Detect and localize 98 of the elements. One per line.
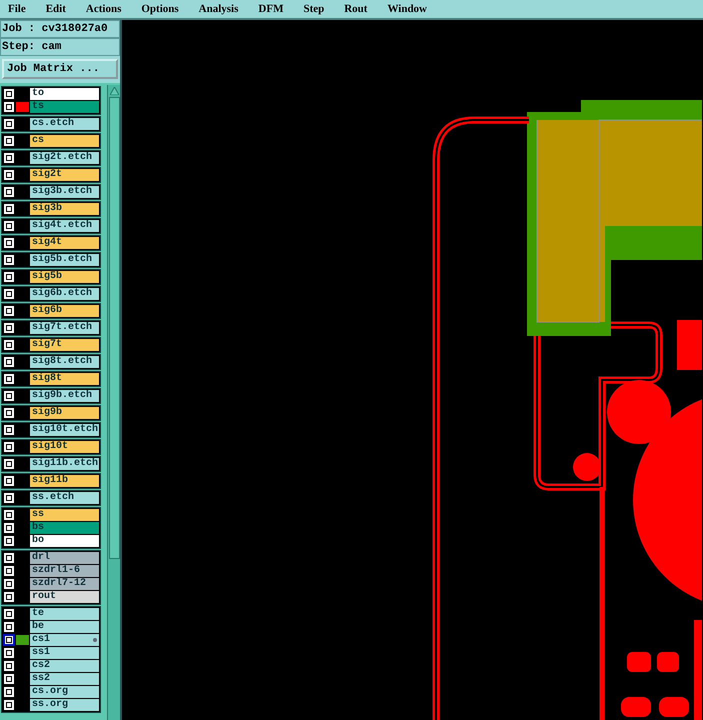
- menu-item[interactable]: File: [8, 4, 26, 14]
- layer-name[interactable]: sig5b.etch: [30, 254, 99, 266]
- layer-name[interactable]: ss1: [30, 647, 99, 659]
- scrollbar[interactable]: [107, 85, 120, 720]
- checkbox[interactable]: [3, 552, 15, 564]
- layer-name[interactable]: rout: [30, 591, 99, 603]
- job-name: Job : cv318027a0: [0, 20, 120, 38]
- layer-name[interactable]: ss: [30, 509, 99, 521]
- checkbox[interactable]: [3, 492, 15, 504]
- layer-name[interactable]: sig5b: [30, 271, 99, 283]
- layer-name[interactable]: sig10t.etch: [30, 424, 99, 436]
- layer-color-swatch[interactable]: [16, 635, 29, 645]
- checkbox[interactable]: [3, 373, 15, 385]
- layer-name[interactable]: sig4t.etch: [30, 220, 99, 232]
- checkbox[interactable]: [3, 407, 15, 419]
- checkbox[interactable]: [3, 169, 15, 181]
- step-name: Step: cam: [0, 38, 120, 56]
- checkbox[interactable]: [3, 390, 15, 402]
- layer-name[interactable]: sig6b: [30, 305, 99, 317]
- checkbox[interactable]: [3, 322, 15, 334]
- checkbox[interactable]: [3, 673, 15, 685]
- checkbox[interactable]: [3, 458, 15, 470]
- layer-color-swatch[interactable]: [16, 102, 29, 112]
- menu-item[interactable]: DFM: [258, 4, 284, 14]
- layer-name[interactable]: te: [30, 608, 99, 620]
- layer-name[interactable]: sig4t: [30, 237, 99, 249]
- checkbox[interactable]: [3, 621, 15, 633]
- checkbox[interactable]: [3, 186, 15, 198]
- layer-name[interactable]: sig7t.etch: [30, 322, 99, 334]
- checkbox[interactable]: [3, 152, 15, 164]
- checkbox[interactable]: [3, 647, 15, 659]
- checkbox[interactable]: [3, 101, 15, 113]
- layer-name[interactable]: sig9b: [30, 407, 99, 419]
- layer-name[interactable]: sig8t.etch: [30, 356, 99, 368]
- layer-name[interactable]: ss2: [30, 673, 99, 685]
- layer-name[interactable]: cs: [30, 135, 99, 147]
- layer-name[interactable]: cs1: [30, 634, 99, 646]
- layer-name[interactable]: sig2t: [30, 169, 99, 181]
- checkbox[interactable]: [3, 356, 15, 368]
- checkbox[interactable]: [3, 288, 15, 300]
- menu-item[interactable]: Rout: [344, 4, 368, 14]
- layer-name[interactable]: sig11b: [30, 475, 99, 487]
- layer-name[interactable]: sig6b.etch: [30, 288, 99, 300]
- layer-name[interactable]: drl: [30, 552, 99, 564]
- layer-name[interactable]: szdrl1-6: [30, 565, 99, 577]
- menu-item[interactable]: Actions: [86, 4, 122, 14]
- checkbox[interactable]: [3, 339, 15, 351]
- checkbox[interactable]: [3, 203, 15, 215]
- checkbox[interactable]: [3, 237, 15, 249]
- checkbox[interactable]: [3, 305, 15, 317]
- layer-name[interactable]: sig3b: [30, 203, 99, 215]
- checkbox[interactable]: [3, 509, 15, 521]
- scrollbar-thumb[interactable]: [108, 97, 120, 559]
- layer-name[interactable]: cs.org: [30, 686, 99, 698]
- checkbox[interactable]: [3, 220, 15, 232]
- layer-name[interactable]: ts: [30, 101, 99, 113]
- checkbox[interactable]: [3, 135, 15, 147]
- checkbox[interactable]: [3, 88, 15, 100]
- checkbox[interactable]: [3, 686, 15, 698]
- checkbox[interactable]: [3, 254, 15, 266]
- checkbox[interactable]: [3, 475, 15, 487]
- menu-item[interactable]: Window: [387, 4, 428, 14]
- layer-name[interactable]: sig10t: [30, 441, 99, 453]
- checkbox[interactable]: [3, 578, 15, 590]
- layer-name[interactable]: be: [30, 621, 99, 633]
- layer-name[interactable]: bs: [30, 522, 99, 534]
- layer-name[interactable]: sig8t: [30, 373, 99, 385]
- layer-name[interactable]: sig2t.etch: [30, 152, 99, 164]
- job-matrix-button[interactable]: Job Matrix ...: [2, 59, 118, 79]
- layer-name[interactable]: sig3b.etch: [30, 186, 99, 198]
- layer-name[interactable]: to: [30, 88, 99, 100]
- layer-name[interactable]: cs.etch: [30, 118, 99, 130]
- scroll-up-arrow-icon[interactable]: [110, 87, 118, 95]
- checkbox[interactable]: [3, 271, 15, 283]
- layer-name[interactable]: ss.org: [30, 699, 99, 711]
- layer-name[interactable]: cs2: [30, 660, 99, 672]
- layer-name[interactable]: sig9b.etch: [30, 390, 99, 402]
- menu-item[interactable]: Edit: [46, 4, 66, 14]
- work-layer-dot-icon: [93, 638, 97, 642]
- layer-name[interactable]: sig7t: [30, 339, 99, 351]
- checkbox[interactable]: [3, 591, 15, 603]
- menu-item[interactable]: Options: [141, 4, 179, 14]
- checkbox[interactable]: [3, 522, 15, 534]
- layer-name[interactable]: bo: [30, 535, 99, 547]
- checkbox[interactable]: [3, 608, 15, 620]
- checkbox[interactable]: [3, 660, 15, 672]
- layer-name[interactable]: sig11b.etch: [30, 458, 99, 470]
- checkbox[interactable]: [3, 424, 15, 436]
- checkbox[interactable]: [3, 699, 15, 711]
- checkbox[interactable]: [3, 565, 15, 577]
- checkbox[interactable]: [3, 535, 15, 547]
- checkbox[interactable]: [3, 634, 15, 646]
- menu-item[interactable]: Analysis: [198, 4, 238, 14]
- layer-name[interactable]: szdrl7-12: [30, 578, 99, 590]
- checkbox[interactable]: [3, 118, 15, 130]
- layer-name[interactable]: ss.etch: [30, 492, 99, 504]
- menu-item[interactable]: Step: [303, 4, 324, 14]
- checkbox[interactable]: [3, 441, 15, 453]
